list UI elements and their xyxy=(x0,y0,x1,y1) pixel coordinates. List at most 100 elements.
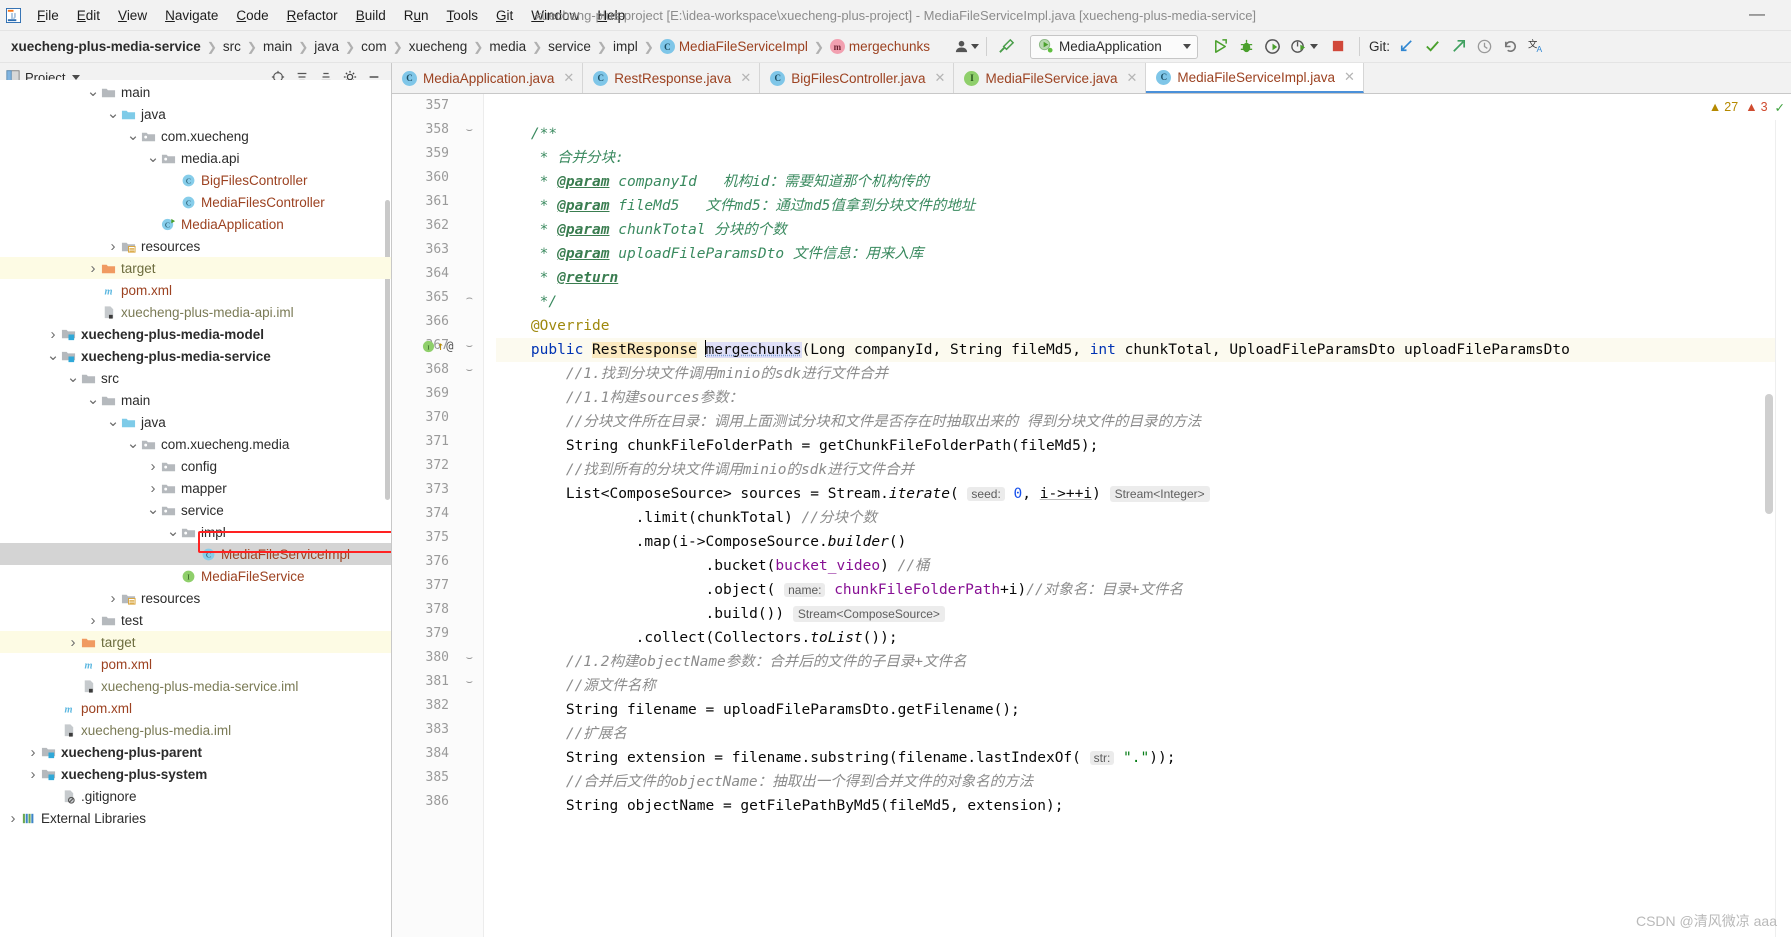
chevron-right-icon[interactable]: › xyxy=(26,766,40,783)
code-line[interactable]: * @param fileMd5 文件md5：通过md5值拿到分块文件的地址 xyxy=(496,194,1791,218)
tree-node[interactable]: ⌄ media.api xyxy=(0,147,391,169)
menu-tools[interactable]: Tools xyxy=(438,5,488,26)
tree-node[interactable]: I MediaFileService xyxy=(0,565,391,587)
chevron-right-icon[interactable]: › xyxy=(106,238,120,255)
profiler-button[interactable] xyxy=(1286,35,1312,59)
breadcrumb-method[interactable]: m mergechunks xyxy=(825,37,935,56)
code-line[interactable]: public RestResponse mergechunks(Long com… xyxy=(496,338,1791,362)
code-line[interactable]: * 合并分块: xyxy=(496,146,1791,170)
menu-bar[interactable]: File Edit View Navigate Code Refactor Bu… xyxy=(28,5,634,26)
git-update-icon[interactable] xyxy=(1394,35,1420,59)
tree-node[interactable]: C MediaFilesController xyxy=(0,191,391,213)
tree-node[interactable]: › target xyxy=(0,631,391,653)
tree-node[interactable]: ⌄ com.xuecheng xyxy=(0,125,391,147)
breadcrumb-java[interactable]: java xyxy=(309,37,344,56)
breadcrumb-com[interactable]: com xyxy=(356,37,392,56)
code-line[interactable]: * @param uploadFileParamsDto 文件信息：用来入库 xyxy=(496,242,1791,266)
tree-node-selected[interactable]: C MediaFileServiceImpl xyxy=(0,543,391,565)
gutter-implements-marker[interactable]: I ↑ @ xyxy=(422,334,453,358)
chevron-right-icon[interactable]: › xyxy=(6,810,20,827)
code-line[interactable]: //分块文件所在目录：调用上面测试分块和文件是否存在时抽取出来的 得到分块文件的… xyxy=(496,410,1791,434)
fold-collapse-icon[interactable]: ⌣ xyxy=(466,334,473,358)
minimize-button[interactable]: — xyxy=(1737,7,1777,23)
chevron-down-icon[interactable]: ⌄ xyxy=(86,392,100,407)
code-line[interactable]: String filename = uploadFileParamsDto.ge… xyxy=(496,698,1791,722)
tree-node[interactable]: ⌄ src xyxy=(0,367,391,389)
code-line[interactable]: //1.2构建objectName参数：合并后的文件的子目录+文件名 xyxy=(496,650,1791,674)
code-line[interactable]: * @param companyId 机构id：需要知道那个机构传的 xyxy=(496,170,1791,194)
chevron-down-icon[interactable]: ⌄ xyxy=(106,414,120,429)
menu-refactor[interactable]: Refactor xyxy=(278,5,347,26)
tree-node[interactable]: › xuecheng-plus-system xyxy=(0,763,391,785)
tree-node[interactable]: › resources xyxy=(0,235,391,257)
tree-node[interactable]: › mapper xyxy=(0,477,391,499)
code-line[interactable] xyxy=(496,98,1791,122)
tree-node[interactable]: ⌄ java xyxy=(0,411,391,433)
inspection-strip[interactable] xyxy=(1775,94,1791,937)
menu-navigate[interactable]: Navigate xyxy=(156,5,227,26)
inspection-status[interactable]: ▲ 27 ▲ 3 ✓ xyxy=(1708,94,1791,120)
close-icon[interactable]: ✕ xyxy=(1127,70,1138,86)
breadcrumb[interactable]: xuecheng-plus-media-service ❯ src ❯ main… xyxy=(6,31,935,62)
code-line[interactable]: //源文件名称 xyxy=(496,674,1791,698)
chevron-right-icon[interactable]: › xyxy=(86,612,100,629)
breadcrumb-class[interactable]: C MediaFileServiceImpl xyxy=(655,37,813,56)
editor-tab-mediafileservice[interactable]: I MediaFileService.java ✕ xyxy=(954,63,1147,93)
tree-node[interactable]: › test xyxy=(0,609,391,631)
code-line[interactable]: */ xyxy=(496,290,1791,314)
run-configuration-selector[interactable]: MediaApplication xyxy=(1029,34,1198,59)
chevron-down-icon[interactable]: ⌄ xyxy=(106,106,120,121)
code-line[interactable]: //扩展名 xyxy=(496,722,1791,746)
chevron-right-icon[interactable]: › xyxy=(106,590,120,607)
menu-build[interactable]: Build xyxy=(347,5,395,26)
breadcrumb-main[interactable]: main xyxy=(258,37,297,56)
code-line[interactable]: String objectName = getFilePathByMd5(fil… xyxy=(496,794,1791,818)
tree-node[interactable]: › External Libraries xyxy=(0,807,391,829)
tree-node[interactable]: › resources xyxy=(0,587,391,609)
tree-node[interactable]: m pom.xml xyxy=(0,653,391,675)
tree-node[interactable]: › xuecheng-plus-media-model xyxy=(0,323,391,345)
breadcrumb-xuecheng[interactable]: xuecheng xyxy=(404,37,473,56)
code-line[interactable]: .collect(Collectors.toList()); xyxy=(496,626,1791,650)
git-push-icon[interactable] xyxy=(1446,35,1472,59)
warning-count[interactable]: ▲ 27 xyxy=(1709,100,1738,114)
tree-node[interactable]: ⌄ com.xuecheng.media xyxy=(0,433,391,455)
chevron-down-icon[interactable]: ⌄ xyxy=(126,436,140,451)
chevron-down-icon[interactable]: ⌄ xyxy=(146,150,160,165)
fold-end-icon[interactable]: ⌢ xyxy=(466,286,473,310)
tree-node[interactable]: ⌄ service xyxy=(0,499,391,521)
editor-gutter[interactable]: 357 358 ⌣ 359 360 361 362 363 364 365 ⌢ 366 367 ⌣ I ↑ @3… xyxy=(392,94,484,937)
run-with-coverage-button[interactable] xyxy=(1260,35,1286,59)
project-tree[interactable]: ⌄ main ⌄ java ⌄ com.xuecheng ⌄ media.api C BigFil… xyxy=(0,80,391,937)
avatar-chevron-down-icon[interactable] xyxy=(970,44,979,49)
fold-collapse-icon[interactable]: ⌣ xyxy=(466,358,473,382)
chevron-right-icon[interactable]: › xyxy=(86,260,100,277)
code-line[interactable]: //1.找到分块文件调用minio的sdk进行文件合并 xyxy=(496,362,1791,386)
chevron-down-icon[interactable]: ⌄ xyxy=(46,348,60,363)
chevron-down-icon[interactable]: ⌄ xyxy=(86,84,100,99)
menu-view[interactable]: View xyxy=(109,5,156,26)
stop-button[interactable] xyxy=(1326,35,1352,59)
chevron-right-icon[interactable]: › xyxy=(26,744,40,761)
project-panel-chevron-down-icon[interactable] xyxy=(72,74,81,80)
code-content-wrapper[interactable]: /** * 合并分块: * @param companyId 机构id：需要知道… xyxy=(484,94,1791,937)
tree-node[interactable]: xuecheng-plus-media.iml xyxy=(0,719,391,741)
code-line[interactable]: * @return xyxy=(496,266,1791,290)
fold-collapse-icon[interactable]: ⌣ xyxy=(466,670,473,694)
chevron-down-icon[interactable]: ⌄ xyxy=(166,524,180,539)
breadcrumb-src[interactable]: src xyxy=(218,37,246,56)
breadcrumb-media[interactable]: media xyxy=(484,37,531,56)
chevron-right-icon[interactable]: › xyxy=(146,458,160,475)
menu-code[interactable]: Code xyxy=(227,5,277,26)
tree-node[interactable]: ⌄ main xyxy=(0,81,391,103)
chevron-right-icon[interactable]: › xyxy=(66,634,80,651)
git-rollback-icon[interactable] xyxy=(1498,35,1524,59)
code-line[interactable]: .map(i->ComposeSource.builder() xyxy=(496,530,1791,554)
chevron-down-icon[interactable]: ⌄ xyxy=(66,370,80,385)
editor-tab-bar[interactable]: C MediaApplication.java ✕ C RestResponse… xyxy=(392,63,1791,94)
editor-scrollbar-thumb[interactable] xyxy=(1765,394,1773,514)
close-icon[interactable]: ✕ xyxy=(1344,69,1355,85)
fold-collapse-icon[interactable]: ⌣ xyxy=(466,646,473,670)
checkmark-icon[interactable]: ✓ xyxy=(1775,100,1785,115)
error-count[interactable]: ▲ 3 xyxy=(1745,100,1767,114)
